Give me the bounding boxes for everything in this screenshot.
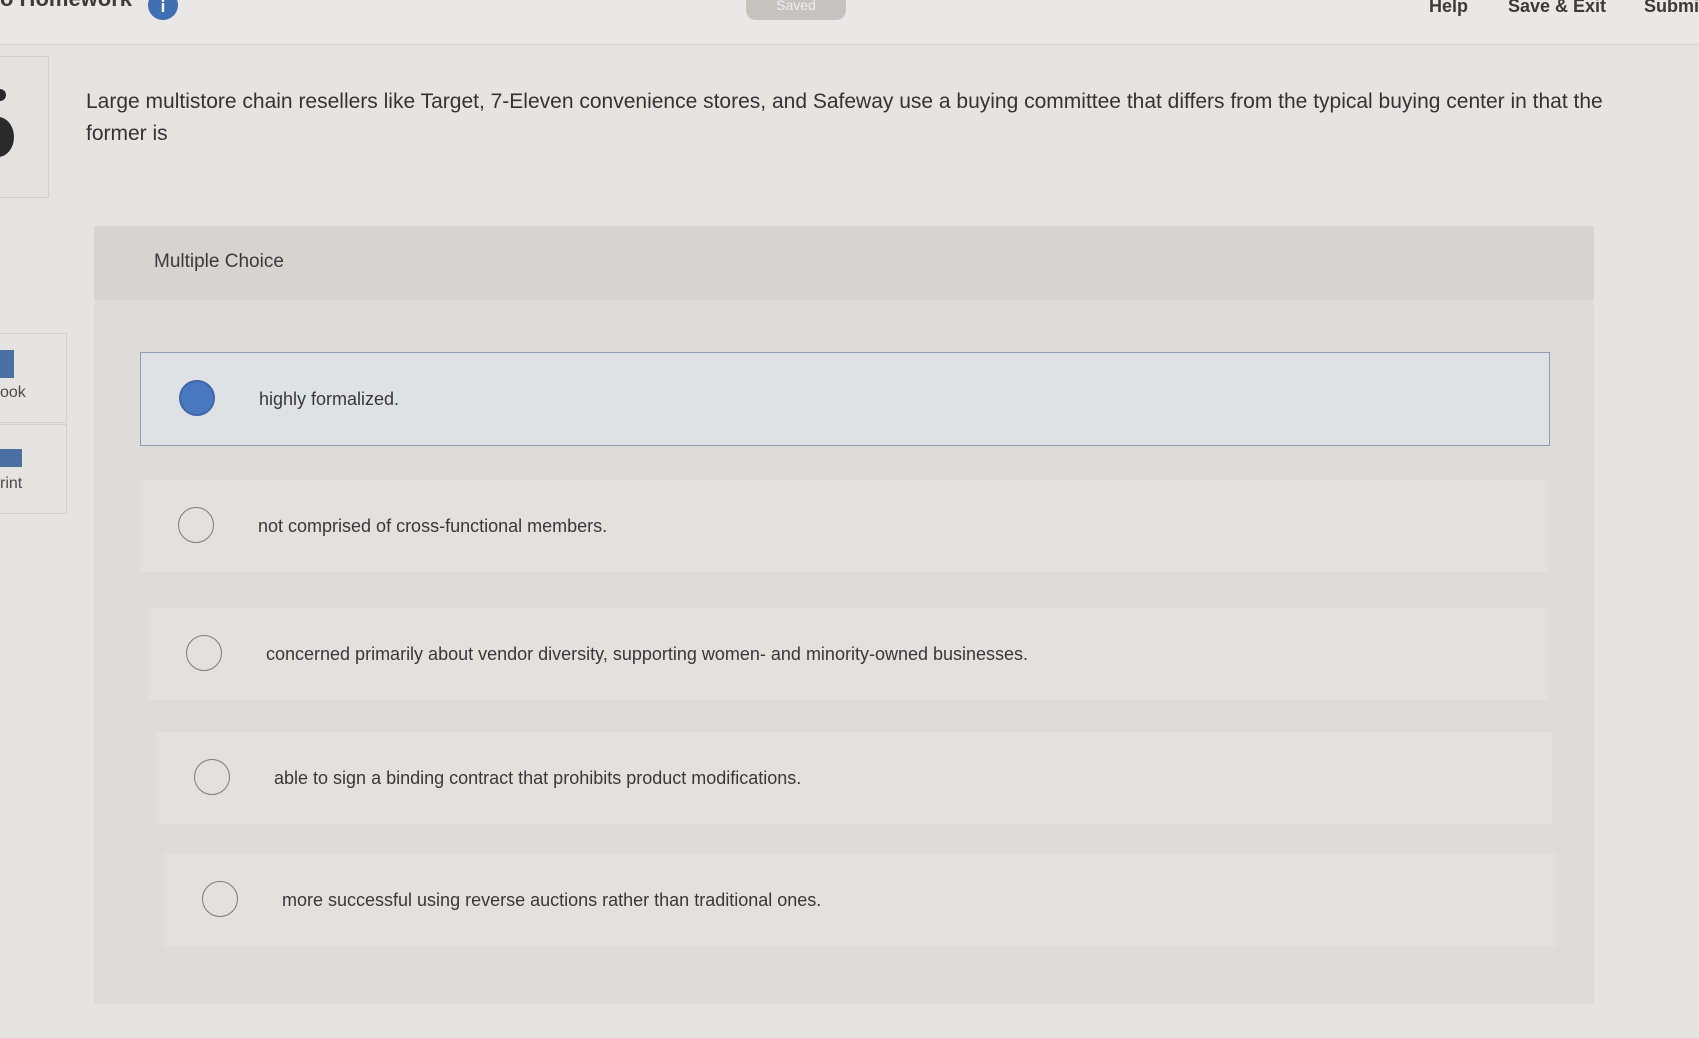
question-prompt: Large multistore chain resellers like Ta… (86, 90, 1603, 145)
print-tool-label: rint (0, 475, 23, 492)
question-nav-handle[interactable] (0, 117, 14, 157)
ebook-tool-button[interactable]: ook (0, 333, 67, 423)
question-type-label: Multiple Choice (154, 251, 284, 272)
nav-dot-icon (0, 89, 6, 101)
answer-panel-header: Multiple Choice (94, 226, 1594, 300)
answer-option-text: highly formalized. (259, 389, 400, 409)
answer-option-text: more successful using reverse auctions r… (282, 890, 822, 910)
saved-status-badge: Saved (746, 0, 846, 20)
top-bar: o Homework i Saved Help Save & Exit Subm… (0, 0, 1699, 45)
assignment-title: o Homework (0, 0, 132, 12)
help-button[interactable]: Help (1429, 0, 1468, 17)
radio-unselected-icon[interactable] (202, 881, 238, 917)
question-nav-panel (0, 56, 49, 198)
radio-unselected-icon[interactable] (178, 507, 214, 543)
save-exit-button[interactable]: Save & Exit (1508, 0, 1606, 17)
answer-panel: Multiple Choice highly formalized. not c… (94, 226, 1594, 1004)
answer-option[interactable]: not comprised of cross-functional member… (140, 480, 1548, 572)
radio-unselected-icon[interactable] (186, 635, 222, 671)
ebook-icon (0, 350, 14, 378)
answer-option-text: able to sign a binding contract that pro… (274, 768, 802, 788)
radio-selected-icon[interactable] (179, 380, 215, 416)
radio-unselected-icon[interactable] (194, 759, 230, 795)
ebook-tool-label: ook (0, 384, 26, 401)
submit-button[interactable]: Submit (1644, 0, 1699, 17)
answer-option-text: concerned primarily about vendor diversi… (266, 644, 1029, 664)
answer-option[interactable]: more successful using reverse auctions r… (164, 854, 1556, 946)
answer-option[interactable]: highly formalized. (140, 352, 1550, 446)
info-icon[interactable]: i (148, 0, 178, 20)
answer-option[interactable]: concerned primarily about vendor diversi… (148, 608, 1548, 700)
print-icon (0, 449, 22, 467)
print-tool-button[interactable]: rint (0, 424, 67, 514)
answer-option-text: not comprised of cross-functional member… (258, 516, 608, 536)
answer-option[interactable]: able to sign a binding contract that pro… (156, 732, 1552, 824)
